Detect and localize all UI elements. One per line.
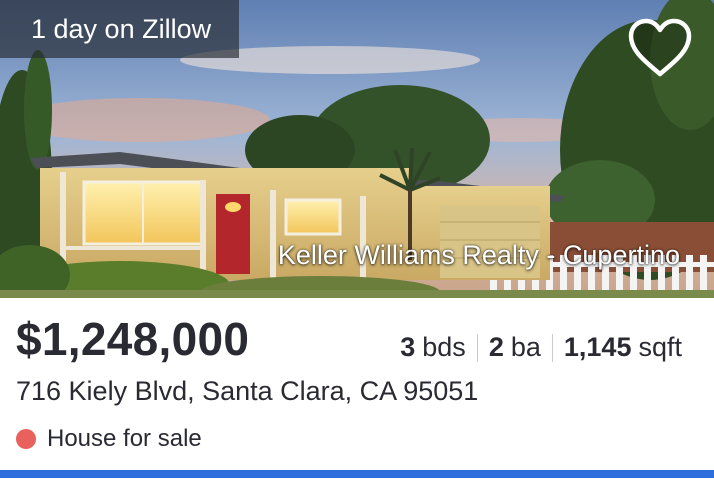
area-value: 1,145 — [563, 332, 632, 362]
status-dot-icon — [16, 429, 36, 449]
listing-photo[interactable]: 1 day on Zillow Keller Williams Realty -… — [0, 0, 714, 298]
beds-unit: bds — [422, 332, 466, 362]
beds-fact: 3 bds — [400, 332, 466, 363]
listing-card[interactable]: 1 day on Zillow Keller Williams Realty -… — [0, 0, 714, 482]
listing-facts: 3 bds 2 ba 1,145 sqft — [400, 332, 682, 363]
beds-value: 3 — [400, 332, 416, 362]
fact-divider — [551, 333, 553, 362]
listing-status: House for sale — [16, 425, 202, 453]
fact-divider — [476, 333, 478, 362]
baths-fact: 2 ba — [489, 332, 541, 363]
accent-bar — [0, 470, 714, 478]
heart-outline-icon[interactable] — [626, 16, 694, 80]
area-unit: sqft — [638, 332, 682, 362]
area-fact: 1,145 sqft — [564, 332, 682, 363]
status-label: House for sale — [47, 425, 202, 452]
baths-unit: ba — [510, 332, 541, 362]
listing-info[interactable]: $1,248,000 3 bds 2 ba 1,145 sqft 716 Kie… — [0, 298, 714, 482]
days-on-zillow-badge: 1 day on Zillow — [0, 0, 240, 58]
listing-price: $1,248,000 — [16, 313, 250, 365]
listing-agency: Keller Williams Realty - Cupertino — [277, 240, 680, 270]
listing-address[interactable]: 716 Kiely Blvd, Santa Clara, CA 95051 — [16, 376, 478, 407]
baths-value: 2 — [488, 332, 504, 362]
